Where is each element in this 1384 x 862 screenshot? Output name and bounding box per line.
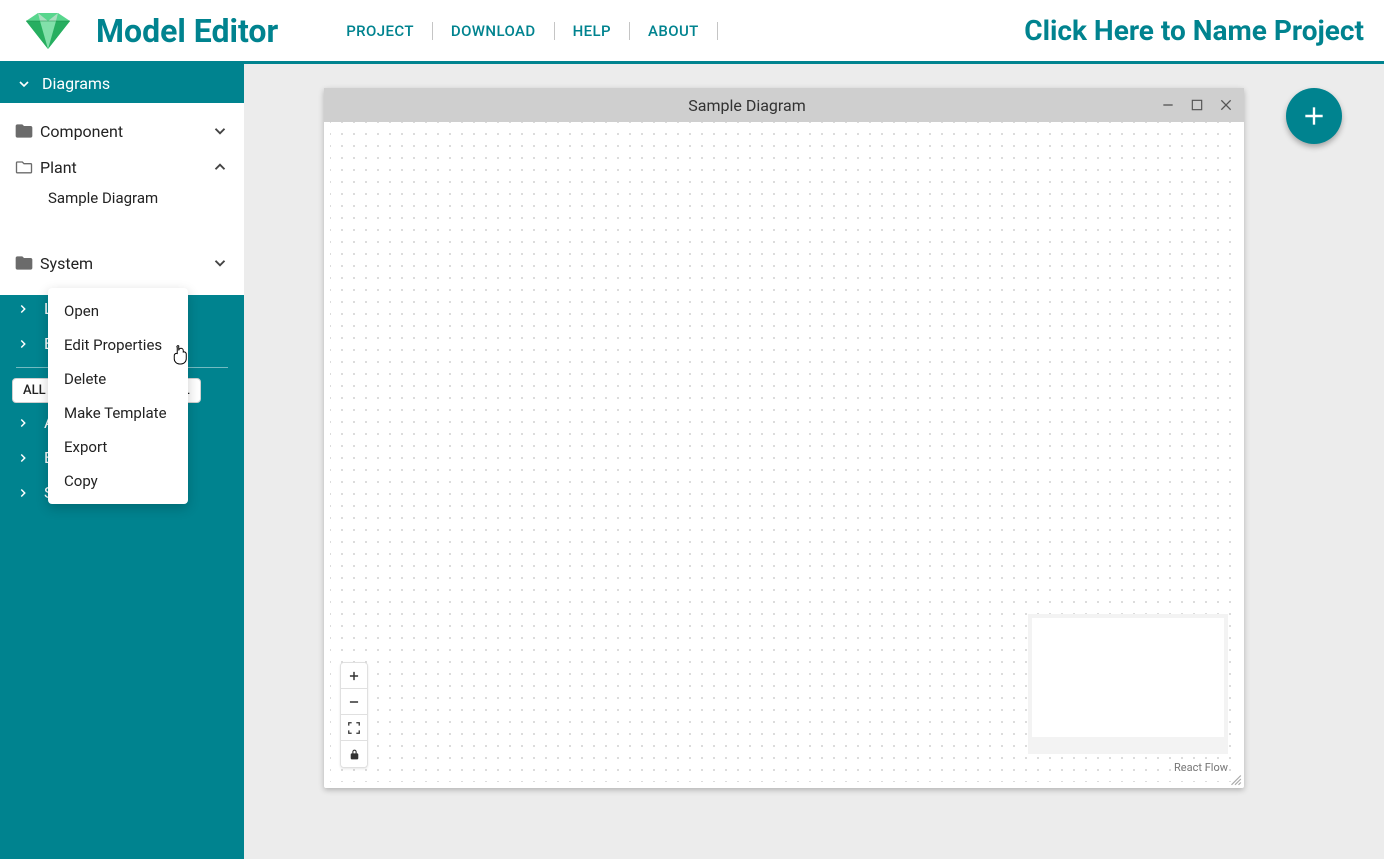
zoom-controls: [340, 662, 368, 768]
menu-item-delete[interactable]: Delete: [48, 362, 188, 396]
chevron-down-icon: [210, 122, 230, 140]
diagram-window: Sample Diagram: [324, 88, 1244, 788]
app-title: Model Editor: [96, 12, 278, 50]
nav-download[interactable]: DOWNLOAD: [433, 22, 555, 40]
sidebar-section-diagrams[interactable]: Diagrams: [0, 64, 244, 103]
menu-item-make-template[interactable]: Make Template: [48, 396, 188, 430]
close-icon[interactable]: [1218, 97, 1234, 113]
chevron-right-icon: [16, 300, 34, 318]
diagrams-panel: Component Plant Sample Diagram S: [0, 103, 244, 295]
sidebar-section-label: Diagrams: [42, 74, 110, 93]
folder-label: Plant: [40, 158, 210, 177]
menu-item-open[interactable]: Open: [48, 294, 188, 328]
folder-system[interactable]: System: [0, 245, 244, 281]
minimap[interactable]: [1028, 614, 1228, 754]
chevron-up-icon: [210, 158, 230, 176]
lock-button[interactable]: [341, 741, 367, 767]
menu-item-export[interactable]: Export: [48, 430, 188, 464]
main-canvas-area: Sample Diagram: [244, 64, 1384, 859]
top-nav: PROJECT DOWNLOAD HELP ABOUT: [328, 22, 718, 40]
zoom-in-button[interactable]: [341, 663, 367, 689]
window-controls: [1160, 97, 1234, 113]
maximize-icon[interactable]: [1190, 98, 1204, 112]
chevron-down-icon: [16, 75, 34, 93]
minimap-viewport: [1032, 618, 1224, 737]
chevron-right-icon: [16, 335, 34, 353]
folder-plant[interactable]: Plant: [0, 149, 244, 185]
minimize-icon[interactable]: [1160, 97, 1176, 113]
chevron-down-icon: [210, 254, 230, 272]
chevron-right-icon: [16, 484, 34, 502]
chevron-right-icon: [16, 449, 34, 467]
project-name-field[interactable]: Click Here to Name Project: [1024, 14, 1364, 47]
diagram-canvas[interactable]: React Flow: [330, 122, 1238, 782]
folder-open-icon: [14, 157, 40, 177]
add-button[interactable]: [1286, 88, 1342, 144]
app-logo: [18, 9, 78, 53]
diagram-item-sample[interactable]: Sample Diagram: [0, 183, 244, 213]
nav-about[interactable]: ABOUT: [630, 22, 718, 40]
resize-handle-icon[interactable]: [1228, 772, 1242, 786]
context-menu: Open Edit Properties Delete Make Templat…: [48, 288, 188, 504]
nav-help[interactable]: HELP: [555, 22, 630, 40]
folder-icon: [14, 121, 40, 141]
menu-item-copy[interactable]: Copy: [48, 464, 188, 498]
window-title: Sample Diagram: [334, 96, 1160, 115]
window-titlebar[interactable]: Sample Diagram: [324, 88, 1244, 122]
chevron-right-icon: [16, 414, 34, 432]
plus-icon: [1301, 103, 1327, 129]
nav-project[interactable]: PROJECT: [328, 22, 433, 40]
menu-item-edit-properties[interactable]: Edit Properties: [48, 328, 188, 362]
canvas-attribution: React Flow: [1174, 761, 1228, 774]
folder-label: Component: [40, 122, 210, 141]
folder-label: System: [40, 254, 210, 273]
folder-icon: [14, 253, 40, 273]
app-header: Model Editor PROJECT DOWNLOAD HELP ABOUT…: [0, 0, 1384, 64]
fit-view-button[interactable]: [341, 715, 367, 741]
folder-component[interactable]: Component: [0, 113, 244, 149]
zoom-out-button[interactable]: [341, 689, 367, 715]
